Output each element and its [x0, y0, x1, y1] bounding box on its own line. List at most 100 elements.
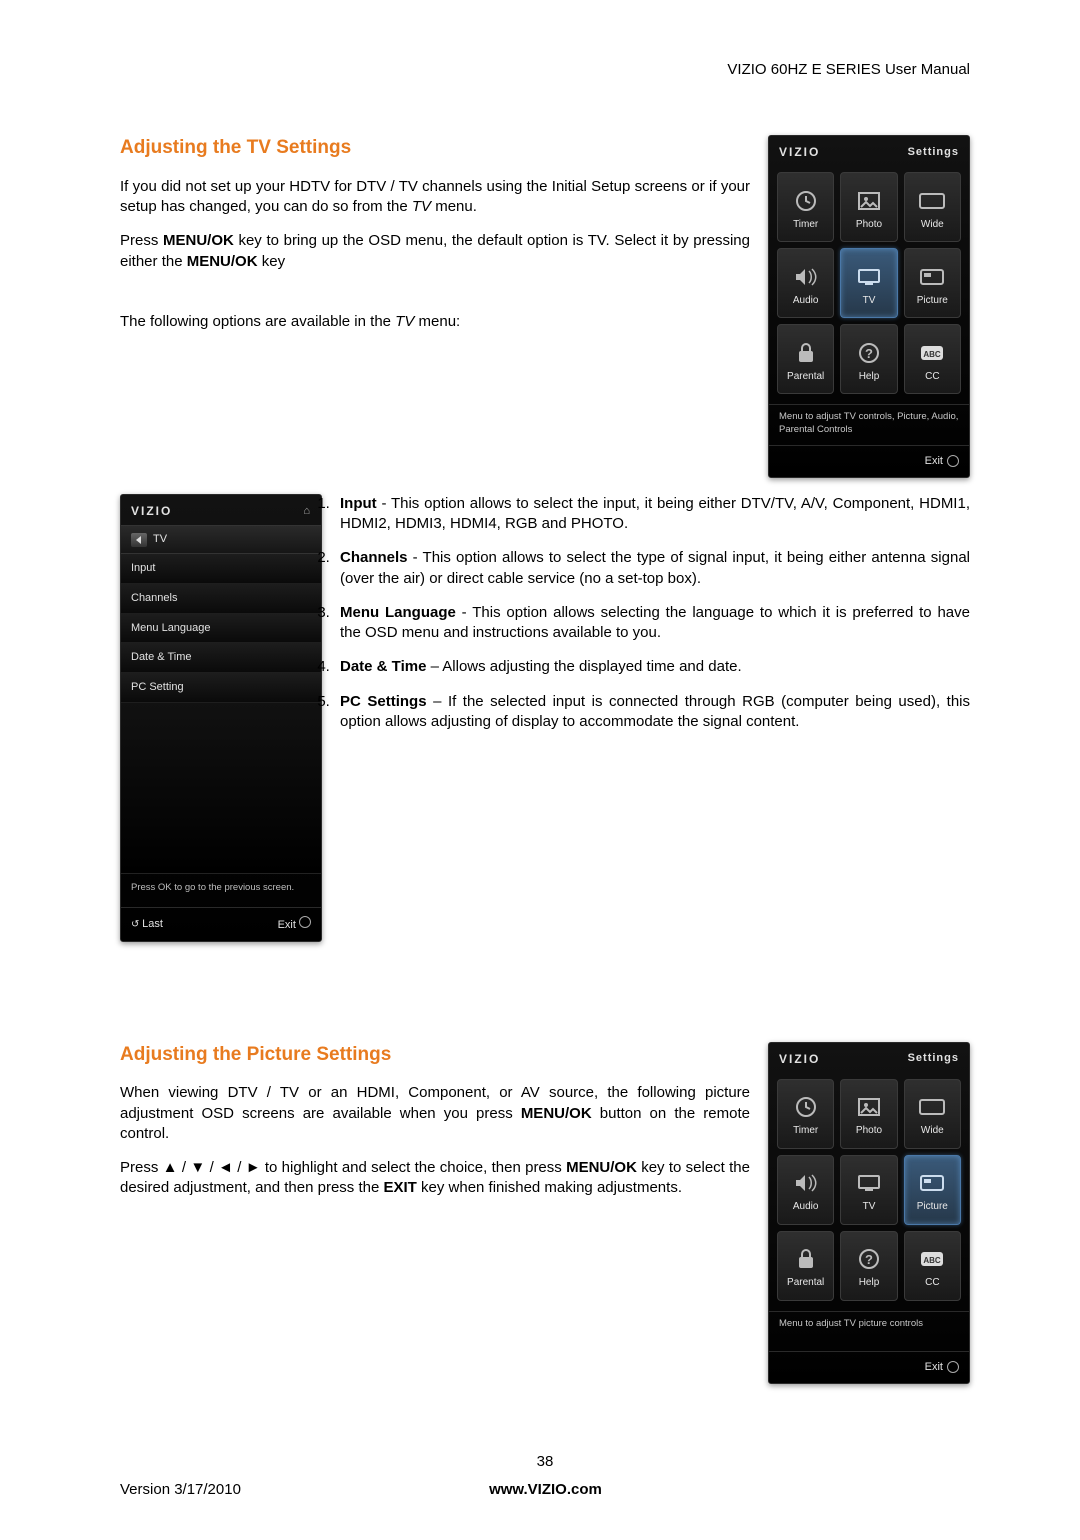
osd-label: Photo [856, 218, 882, 232]
osd-cell-photo[interactable]: Photo [840, 172, 897, 242]
osd-cell-help[interactable]: ? Help [840, 1231, 897, 1301]
osd-tv-menu: VIZIO ⌂ TV Input Channels Menu Language … [120, 494, 322, 942]
wide-icon [917, 188, 947, 214]
osd-cell-audio[interactable]: Audio [777, 248, 834, 318]
cc-icon: ABC [917, 1246, 947, 1272]
exit-button[interactable]: Exit [278, 916, 311, 933]
osd-cell-tv[interactable]: TV [840, 248, 897, 318]
text-bold: EXIT [384, 1179, 417, 1196]
osd-cell-audio[interactable]: Audio [777, 1155, 834, 1225]
osd-brand: VIZIO [131, 503, 172, 519]
help-icon: ? [854, 340, 884, 366]
photo-icon [854, 188, 884, 214]
osd-header: VIZIO ⌂ [121, 495, 321, 525]
osd-title: Settings [908, 145, 959, 160]
text-bold: Date & Time [340, 658, 426, 675]
svg-text:?: ? [865, 1252, 873, 1267]
osd-cell-timer[interactable]: Timer [777, 1079, 834, 1149]
osd-cell-parental[interactable]: Parental [777, 324, 834, 394]
exit-label[interactable]: Exit [925, 1360, 943, 1375]
text-bold: MENU/OK [163, 232, 234, 249]
osd-cell-cc[interactable]: ABC CC [904, 1231, 961, 1301]
osd-grid: Timer Photo Wide Audio TV Picture [769, 1073, 969, 1307]
tv-options-block: VIZIO ⌂ TV Input Channels Menu Language … [120, 494, 970, 952]
tv-icon [854, 264, 884, 290]
osd-label: Timer [793, 218, 818, 232]
osd-cell-picture[interactable]: Picture [904, 1155, 961, 1225]
text: to highlight and select the choice, then… [261, 1159, 567, 1176]
text-bold: PC Settings [340, 693, 427, 710]
last-button[interactable]: ↺ Last [131, 917, 163, 932]
audio-icon [791, 1170, 821, 1196]
text: Press [120, 232, 163, 249]
wide-icon [917, 1094, 947, 1120]
picture-icon [917, 1170, 947, 1196]
website-url: www.VIZIO.com [489, 1480, 602, 1500]
osd-cell-tv[interactable]: TV [840, 1155, 897, 1225]
osd-cell-cc[interactable]: ABC CC [904, 324, 961, 394]
osd-label: TV [863, 1200, 876, 1214]
osd-breadcrumb[interactable]: TV [121, 525, 321, 554]
text-bold: MENU/OK [566, 1159, 637, 1176]
photo-icon [854, 1094, 884, 1120]
osd-label: CC [925, 1276, 939, 1290]
svg-text:?: ? [865, 346, 873, 361]
text: - This option allows to select the input… [340, 495, 970, 532]
osd-footer: Exit [769, 1351, 969, 1383]
osd-label: Parental [787, 1276, 824, 1290]
picture-icon [917, 264, 947, 290]
text: menu. [431, 198, 477, 215]
osd-cell-photo[interactable]: Photo [840, 1079, 897, 1149]
osd-cell-help[interactable]: ? Help [840, 324, 897, 394]
osd-label: CC [925, 370, 939, 384]
osd-row-pc-setting[interactable]: PC Setting [121, 673, 321, 703]
osd-label: Picture [917, 1200, 948, 1214]
osd-label: TV [863, 294, 876, 308]
osd-header: VIZIO Settings [769, 136, 969, 166]
osd-footer: Exit [769, 445, 969, 477]
text-bold: MENU/OK [521, 1105, 592, 1122]
osd-cell-picture[interactable]: Picture [904, 248, 961, 318]
osd-row-channels[interactable]: Channels [121, 584, 321, 614]
osd-hint-text: Menu to adjust TV picture controls [769, 1311, 969, 1351]
osd-cell-timer[interactable]: Timer [777, 172, 834, 242]
osd-header: VIZIO Settings [769, 1043, 969, 1073]
clock-icon [791, 1094, 821, 1120]
arrow-glyphs: ▲ / ▼ / ◄ / ► [163, 1159, 261, 1176]
text-bold: Input [340, 495, 377, 512]
text: menu: [414, 313, 460, 330]
back-icon [131, 533, 147, 547]
text: – Allows adjusting the displayed time an… [426, 658, 741, 675]
cc-icon: ABC [917, 340, 947, 366]
clock-icon [791, 188, 821, 214]
osd-label: Timer [793, 1124, 818, 1138]
osd-settings-tv: VIZIO Settings Timer Photo Wide Audio [768, 135, 970, 478]
audio-icon [791, 264, 821, 290]
exit-icon [299, 916, 311, 928]
osd-brand: VIZIO [779, 144, 820, 160]
text-italic: TV [412, 198, 431, 215]
manual-header: VIZIO 60HZ E SERIES User Manual [120, 60, 970, 80]
page-footer: 38 Version 3/17/2010 www.VIZIO.com [120, 1452, 970, 1501]
osd-label: Audio [793, 294, 819, 308]
tv-icon [854, 1170, 884, 1196]
osd-row-input[interactable]: Input [121, 554, 321, 584]
osd-cell-parental[interactable]: Parental [777, 1231, 834, 1301]
svg-text:ABC: ABC [924, 1256, 942, 1265]
osd-cell-wide[interactable]: Wide [904, 1079, 961, 1149]
osd-brand: VIZIO [779, 1051, 820, 1067]
osd-row-menu-language[interactable]: Menu Language [121, 614, 321, 644]
text-bold: MENU/OK [187, 253, 258, 270]
exit-label[interactable]: Exit [925, 454, 943, 469]
crumb-label: TV [153, 532, 167, 547]
osd-label: Photo [856, 1124, 882, 1138]
section-picture-settings: VIZIO Settings Timer Photo Wide Audio [120, 1042, 970, 1392]
text-italic: TV [395, 313, 414, 330]
version-text: Version 3/17/2010 [120, 1480, 241, 1500]
home-icon[interactable]: ⌂ [303, 504, 311, 519]
osd-row-date-time[interactable]: Date & Time [121, 643, 321, 673]
osd-cell-wide[interactable]: Wide [904, 172, 961, 242]
text: The following options are available in t… [120, 313, 395, 330]
exit-icon [947, 1361, 959, 1373]
osd-hint-text: Menu to adjust TV controls, Picture, Aud… [769, 404, 969, 445]
